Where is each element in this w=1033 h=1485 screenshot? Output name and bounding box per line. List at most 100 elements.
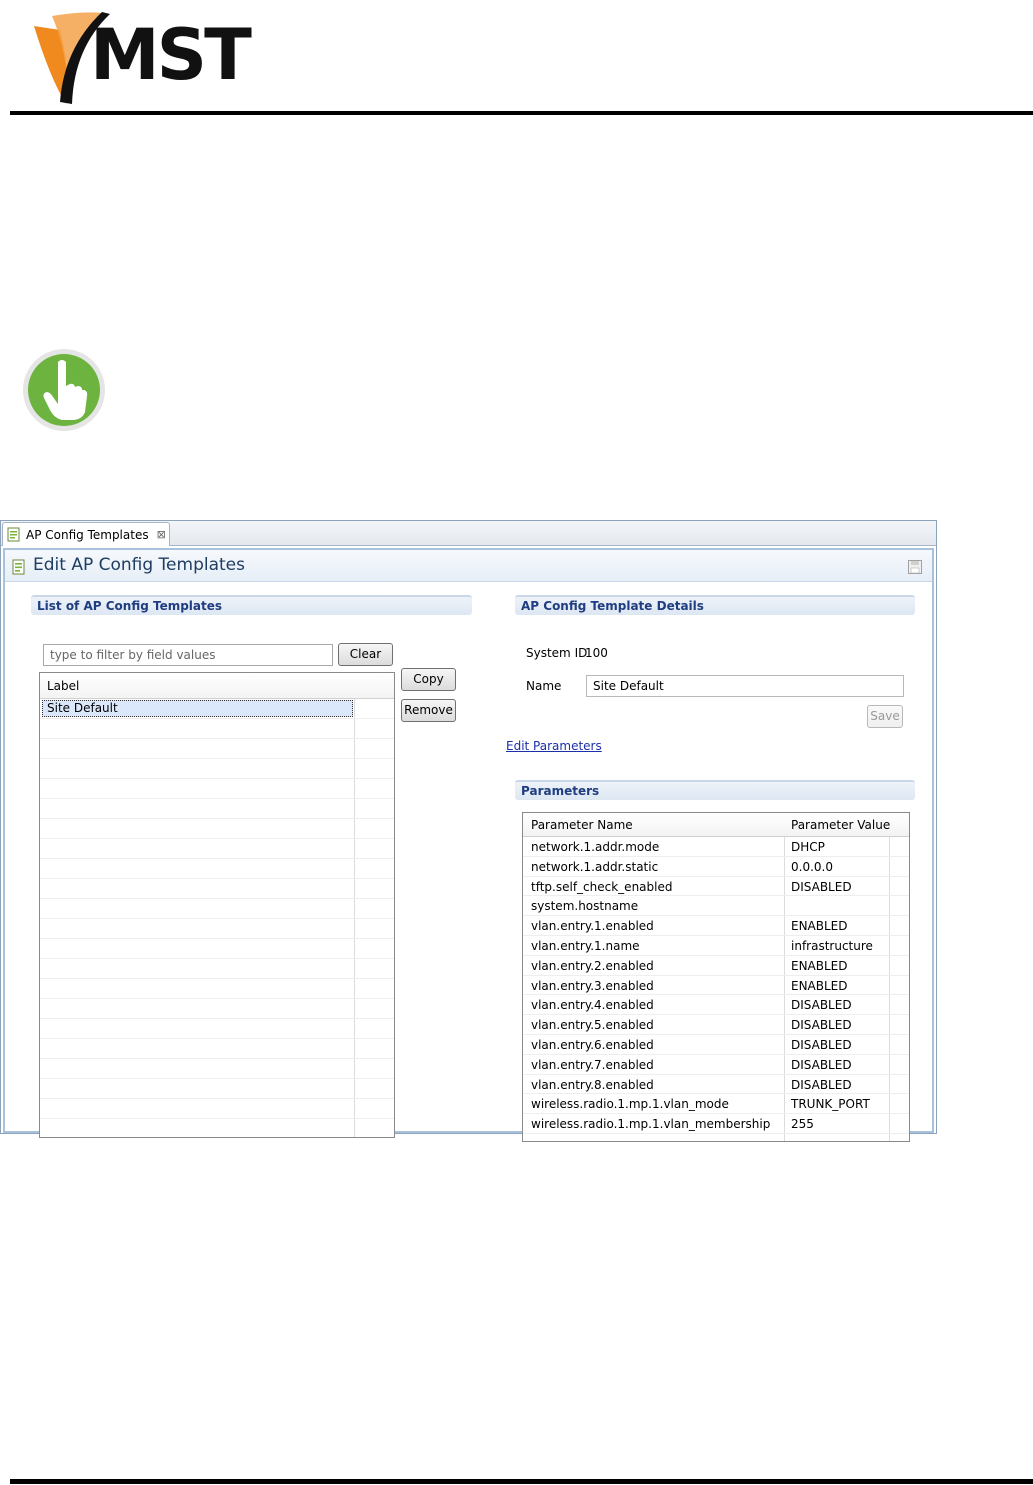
table-row: [40, 899, 394, 919]
table-row: [40, 839, 394, 859]
table-row: [40, 959, 394, 979]
column-header-label: Label: [47, 679, 80, 693]
column-header-name: Parameter Name: [531, 818, 633, 832]
details-section-header: AP Config Template Details: [515, 595, 915, 615]
table-row[interactable]: system.hostname: [523, 896, 909, 917]
table-header[interactable]: Label: [40, 673, 394, 699]
table-row[interactable]: network.1.addr.mode DHCP: [523, 837, 909, 857]
param-value: TRUNK_PORT: [791, 1097, 870, 1112]
param-name: wireless.radio.1.mp.1.vlan_mode: [531, 1097, 729, 1112]
param-value: infrastructure: [791, 938, 873, 953]
tab-label: AP Config Templates: [26, 527, 149, 542]
name-field[interactable]: Site Default: [586, 675, 904, 697]
table-row: [40, 1059, 394, 1079]
name-label: Name: [526, 679, 562, 693]
param-value: ENABLED: [791, 919, 848, 934]
table-row[interactable]: vlan.entry.3.enabled ENABLED: [523, 976, 909, 996]
page-title: Edit AP Config Templates: [33, 555, 245, 575]
table-row: [40, 1099, 394, 1119]
table-row: [40, 739, 394, 759]
table-row[interactable]: Site Default: [40, 699, 394, 719]
param-value: 0.0.0.0: [791, 859, 833, 874]
param-name: vlan.entry.7.enabled: [531, 1057, 654, 1072]
table-row[interactable]: wireless.radio.1.mp.1.vlan_mode TRUNK_POR…: [523, 1094, 909, 1115]
param-name: vlan.entry.4.enabled: [531, 998, 654, 1013]
editor-header: Edit AP Config Templates: [5, 550, 932, 582]
table-row: [40, 1019, 394, 1039]
table-row[interactable]: tftp.self_check_enabled DISABLED: [523, 877, 909, 897]
table-row[interactable]: network.1.addr.static 0.0.0.0: [523, 857, 909, 877]
table-row[interactable]: vlan.entry.4.enabled DISABLED: [523, 995, 909, 1016]
param-value: 255: [791, 1117, 814, 1132]
table-row[interactable]: vlan.entry.1.enabled ENABLED: [523, 916, 909, 936]
table-row[interactable]: wireless.radio.1.mp.1.vlan_membership 255: [523, 1114, 909, 1134]
table-row[interactable]: vlan.entry.1.name infrastructure: [523, 936, 909, 956]
param-name: vlan.entry.8.enabled: [531, 1077, 654, 1092]
parameters-section-header: Parameters: [515, 780, 915, 800]
param-value: DISABLED: [791, 879, 852, 894]
table-row: [40, 719, 394, 739]
param-name: vlan.entry.1.enabled: [531, 919, 654, 934]
tab-ap-config-templates[interactable]: AP Config Templates ⊠: [2, 522, 170, 546]
edit-parameters-link[interactable]: Edit Parameters: [506, 739, 602, 753]
table-row: [40, 819, 394, 839]
param-value: DISABLED: [791, 998, 852, 1013]
system-id-value: 100: [585, 646, 608, 660]
table-row: [40, 1039, 394, 1059]
table-row: [40, 999, 394, 1019]
system-id-label: System ID: [526, 646, 588, 660]
table-row[interactable]: vlan.entry.5.enabled DISABLED: [523, 1015, 909, 1035]
param-name: vlan.entry.6.enabled: [531, 1037, 654, 1052]
logo-text: MST: [90, 14, 252, 96]
param-name: vlan.entry.1.name: [531, 938, 640, 953]
filter-input[interactable]: type to filter by field values: [43, 644, 333, 666]
param-value: ENABLED: [791, 958, 848, 973]
param-name: vlan.entry.3.enabled: [531, 978, 654, 993]
table-header[interactable]: Parameter Name Parameter Value: [523, 813, 909, 837]
clear-button[interactable]: Clear: [338, 643, 393, 666]
close-tab-icon[interactable]: ⊠: [157, 528, 166, 541]
table-row: [40, 859, 394, 879]
table-row: [40, 759, 394, 779]
header-divider: [10, 111, 1033, 115]
param-value: DISABLED: [791, 1077, 852, 1092]
template-icon: [12, 559, 25, 575]
app-window: AP Config Templates ⊠ Edit AP Config Tem…: [0, 520, 937, 1142]
remove-button[interactable]: Remove: [401, 699, 456, 722]
template-label: Site Default: [42, 700, 353, 717]
table-row: [40, 779, 394, 799]
table-row: [40, 919, 394, 939]
editor-pane: Edit AP Config Templates List of AP Conf…: [3, 548, 934, 1142]
table-row: [40, 799, 394, 819]
template-icon: [7, 527, 20, 542]
param-name: vlan.entry.5.enabled: [531, 1018, 654, 1033]
mst-logo: MST: [30, 8, 252, 108]
param-name: tftp.self_check_enabled: [531, 879, 673, 894]
column-header-value: Parameter Value: [791, 818, 891, 832]
copy-button[interactable]: Copy: [401, 668, 456, 691]
param-value: DISABLED: [791, 1018, 852, 1033]
param-value: DISABLED: [791, 1057, 852, 1072]
param-name: system.hostname: [531, 899, 639, 914]
table-row[interactable]: vlan.entry.8.enabled DISABLED: [523, 1075, 909, 1095]
table-row: [40, 1119, 394, 1137]
param-value: ENABLED: [791, 978, 848, 993]
save-button[interactable]: Save: [867, 705, 903, 728]
editor-tab-bar: AP Config Templates ⊠: [1, 521, 936, 546]
table-row: [40, 939, 394, 959]
param-value: DISABLED: [791, 1037, 852, 1052]
table-row[interactable]: vlan.entry.6.enabled DISABLED: [523, 1035, 909, 1055]
save-disk-icon[interactable]: [908, 560, 922, 574]
footer-divider: [10, 1479, 1033, 1484]
parameters-table: Parameter Name Parameter Value network.1…: [522, 812, 910, 1142]
table-row[interactable]: vlan.entry.7.enabled DISABLED: [523, 1055, 909, 1075]
table-row: [40, 879, 394, 899]
param-name: network.1.addr.mode: [531, 840, 660, 854]
templates-table: Label Site Default: [39, 672, 395, 1138]
table-row: [40, 979, 394, 999]
param-name: vlan.entry.2.enabled: [531, 958, 654, 973]
pointing-hand-icon: [22, 348, 106, 432]
param-name: network.1.addr.static: [531, 859, 659, 874]
table-row[interactable]: vlan.entry.2.enabled ENABLED: [523, 956, 909, 976]
table-row: [40, 1079, 394, 1099]
